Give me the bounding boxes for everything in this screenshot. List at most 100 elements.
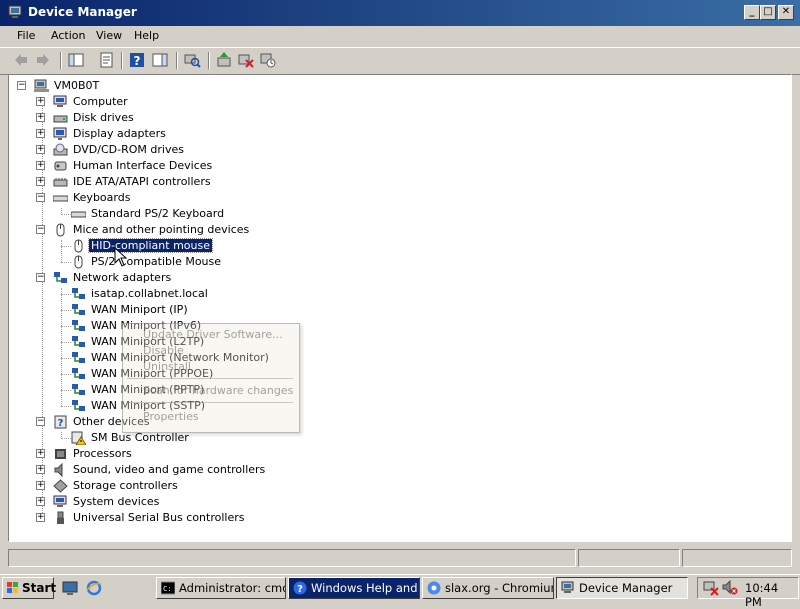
maximize-button[interactable]: □ bbox=[760, 5, 776, 20]
update-driver-icon[interactable] bbox=[215, 51, 233, 69]
collapse-icon[interactable]: − bbox=[36, 193, 45, 202]
internet-explorer-icon[interactable] bbox=[86, 580, 102, 596]
menu-action[interactable]: Action bbox=[51, 29, 85, 42]
tree-label: Keyboards bbox=[73, 191, 131, 204]
device-tree[interactable]: − VM0B0T + Computer + Disk drives + Disp… bbox=[8, 74, 792, 542]
warning-device-icon bbox=[71, 431, 86, 445]
expand-icon[interactable]: + bbox=[36, 145, 45, 154]
start-button[interactable]: Start bbox=[2, 577, 56, 599]
task-chromium[interactable]: slax.org - Chromium bbox=[422, 577, 554, 599]
tree-line bbox=[61, 294, 71, 295]
expand-icon[interactable]: + bbox=[36, 449, 45, 458]
task-label: slax.org - Chromium bbox=[445, 581, 554, 595]
status-bar bbox=[6, 549, 796, 567]
show-desktop-icon[interactable] bbox=[62, 580, 78, 596]
show-hide-tree-icon[interactable] bbox=[67, 51, 85, 69]
expand-icon[interactable]: + bbox=[36, 161, 45, 170]
collapse-icon[interactable]: − bbox=[36, 417, 45, 426]
tree-label: Sound, video and game controllers bbox=[73, 463, 266, 476]
forward-arrow-icon[interactable] bbox=[34, 51, 52, 69]
title-bar[interactable]: Device Manager _ □ ✕ bbox=[0, 0, 800, 26]
tree-label: Network adapters bbox=[73, 271, 172, 284]
close-button[interactable]: ✕ bbox=[778, 5, 794, 20]
computer-icon bbox=[53, 95, 67, 107]
task-label: Device Manager bbox=[579, 581, 673, 595]
svg-text:C:: C: bbox=[163, 585, 171, 593]
back-arrow-icon[interactable] bbox=[12, 51, 30, 69]
tree-label: Display adapters bbox=[73, 127, 166, 140]
tree-label: VM0B0T bbox=[54, 79, 100, 92]
mouse-icon bbox=[74, 255, 83, 269]
context-update-driver[interactable]: Update Driver Software... bbox=[143, 328, 283, 341]
taskbar: Start C: Administrator: cmd... ? Windows… bbox=[0, 574, 800, 609]
tree-line bbox=[61, 262, 71, 263]
network-disconnected-icon[interactable] bbox=[703, 580, 719, 596]
scan-hardware-icon[interactable] bbox=[183, 51, 201, 69]
tree-line bbox=[61, 358, 71, 359]
task-cmd[interactable]: C: Administrator: cmd... bbox=[156, 577, 286, 599]
show-hide-action-pane-icon[interactable] bbox=[151, 51, 169, 69]
ide-controller-icon bbox=[53, 178, 68, 187]
svg-text:?: ? bbox=[297, 584, 303, 595]
uninstall-icon[interactable] bbox=[237, 51, 255, 69]
context-disable[interactable]: Disable bbox=[143, 344, 184, 357]
volume-muted-icon[interactable] bbox=[722, 580, 738, 596]
collapse-icon[interactable]: − bbox=[36, 225, 45, 234]
computer-icon bbox=[34, 79, 49, 92]
display-adapter-icon bbox=[53, 127, 67, 140]
toolbar: ? bbox=[0, 47, 800, 75]
expand-icon[interactable]: + bbox=[36, 481, 45, 490]
expand-icon[interactable]: + bbox=[36, 97, 45, 106]
collapse-icon[interactable]: − bbox=[36, 273, 45, 282]
network-adapter-icon bbox=[72, 320, 85, 331]
task-windows-help[interactable]: ? Windows Help and ... bbox=[288, 577, 420, 599]
system-devices-icon bbox=[53, 495, 67, 507]
expand-icon[interactable]: + bbox=[36, 497, 45, 506]
collapse-icon[interactable]: − bbox=[17, 81, 26, 90]
expand-icon[interactable]: + bbox=[36, 113, 45, 122]
tree-label: Mice and other pointing devices bbox=[73, 223, 250, 236]
tree-line bbox=[61, 374, 71, 375]
tree-line bbox=[61, 406, 71, 407]
task-label: Administrator: cmd... bbox=[179, 581, 285, 595]
context-properties[interactable]: Properties bbox=[143, 410, 199, 423]
menu-bar: File Action View Help bbox=[0, 26, 800, 46]
storage-controller-icon bbox=[53, 479, 68, 493]
help-icon: ? bbox=[293, 581, 307, 595]
network-adapter-icon bbox=[72, 336, 85, 347]
context-scan[interactable]: Scan for hardware changes bbox=[143, 384, 293, 397]
menu-view[interactable]: View bbox=[96, 29, 122, 42]
disable-device-icon[interactable] bbox=[259, 51, 277, 69]
usb-icon bbox=[57, 511, 64, 524]
tree-label: Disk drives bbox=[73, 111, 134, 124]
context-uninstall[interactable]: Uninstall bbox=[143, 360, 191, 373]
tree-label: Universal Serial Bus controllers bbox=[73, 511, 245, 524]
toolbar-separator bbox=[60, 52, 62, 69]
help-icon[interactable]: ? bbox=[128, 51, 146, 69]
processor-icon bbox=[55, 449, 66, 459]
hid-icon bbox=[54, 161, 67, 171]
toolbar-separator bbox=[121, 52, 123, 69]
toolbar-separator bbox=[208, 52, 210, 69]
properties-icon[interactable] bbox=[97, 51, 115, 69]
cmd-icon: C: bbox=[161, 581, 175, 595]
menu-help[interactable]: Help bbox=[134, 29, 159, 42]
network-adapter-icon bbox=[54, 272, 67, 283]
tree-label-selected: HID-compliant mouse bbox=[88, 238, 213, 253]
system-tray: 10:44 PM bbox=[697, 577, 799, 609]
tree-label: DVD/CD-ROM drives bbox=[73, 143, 184, 156]
tree-label: System devices bbox=[73, 495, 160, 508]
device-manager-icon bbox=[8, 5, 22, 18]
context-separator bbox=[127, 402, 293, 403]
speaker-icon bbox=[54, 463, 63, 477]
expand-icon[interactable]: + bbox=[36, 465, 45, 474]
tree-label: IDE ATA/ATAPI controllers bbox=[73, 175, 211, 188]
minimize-button[interactable]: _ bbox=[744, 5, 760, 20]
tree-label: Processors bbox=[73, 447, 132, 460]
menu-file[interactable]: File bbox=[17, 29, 35, 42]
task-device-manager[interactable]: Device Manager bbox=[556, 577, 688, 599]
expand-icon[interactable]: + bbox=[36, 129, 45, 138]
expand-icon[interactable]: + bbox=[36, 177, 45, 186]
tree-label: PS/2 Compatible Mouse bbox=[91, 255, 222, 268]
expand-icon[interactable]: + bbox=[36, 513, 45, 522]
